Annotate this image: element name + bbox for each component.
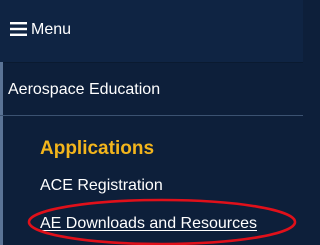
side-navigation-menu: Menu Aerospace Education Applications AC…: [0, 0, 303, 245]
nav-item-aerospace-education[interactable]: Aerospace Education: [0, 63, 303, 116]
menu-toggle[interactable]: Menu: [0, 0, 303, 63]
menu-label: Menu: [31, 21, 72, 38]
submenu-link-ae-downloads-and-resources[interactable]: AE Downloads and Resources: [40, 215, 257, 233]
submenu-link-ace-registration[interactable]: ACE Registration: [40, 177, 163, 195]
submenu-heading-applications: Applications: [40, 138, 155, 159]
hamburger-menu-icon: [10, 22, 27, 36]
nav-item-label: Aerospace Education: [8, 81, 161, 98]
